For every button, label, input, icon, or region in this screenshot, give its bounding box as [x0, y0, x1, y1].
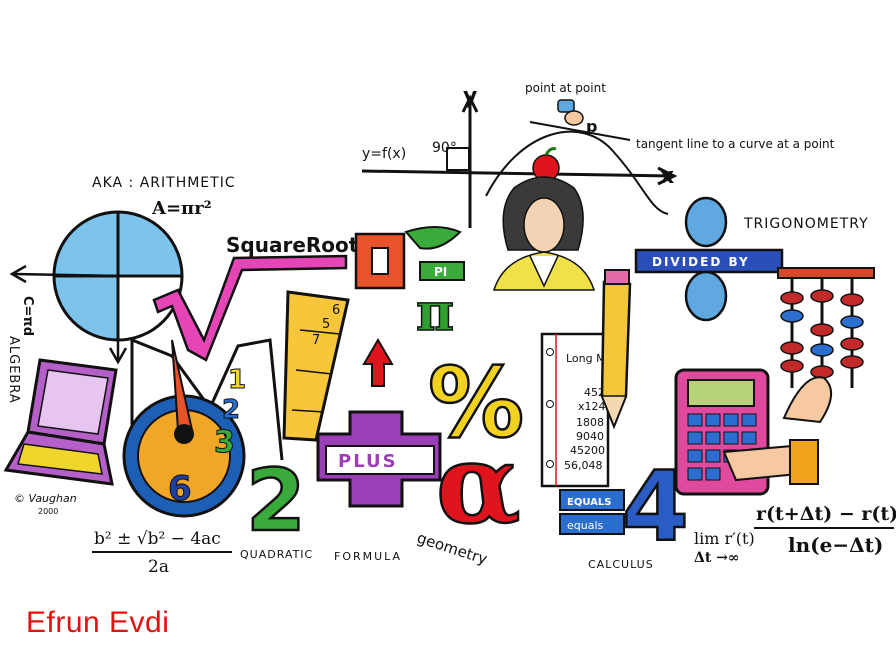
aka-arithmetic-label: AKA : ARITHMETIC	[92, 175, 236, 191]
letter-c-shape	[354, 232, 406, 290]
long-math-line-2: x124	[578, 400, 606, 413]
derivative-numerator: r(t+Δt) − r(t)	[756, 503, 896, 525]
limit-subscript: Δt →∞	[694, 550, 740, 566]
formula-label: FORMULA	[334, 550, 402, 563]
long-math-line-4: 9040	[576, 430, 604, 443]
long-math-line-5: 45200	[570, 444, 605, 457]
point-at-point-label: point at point	[525, 81, 606, 95]
clock-digit-1: 1	[228, 365, 246, 395]
p-label: p	[586, 117, 597, 136]
quadratic-label: QUADRATIC	[240, 548, 313, 561]
circumference-label: C=πd	[20, 296, 35, 336]
x-axis-label: x	[660, 164, 674, 189]
clock-digit-3: 3	[214, 425, 235, 460]
clock-digit-6: 6	[168, 469, 192, 509]
ruler-digit-7: 7	[312, 333, 320, 348]
alpha-symbol: α	[436, 419, 521, 548]
algebra-label: ALGEBRA	[6, 336, 21, 404]
limit-expression: lim r′(t)	[694, 529, 755, 548]
divided-by-label: DIVIDED BY	[652, 255, 750, 269]
quadratic-numerator: b² ± √b² − 4ac	[94, 529, 221, 549]
math-collage-illustration: y x y=f(x) 90° point at point p tangent …	[0, 0, 896, 656]
long-math-line-3: 1808	[576, 416, 604, 429]
clock-digit-2: 2	[222, 395, 240, 425]
ninety-degree-label: 90°	[432, 140, 457, 156]
y-axis-label: y	[463, 84, 477, 109]
derivative-denominator: ln(e−Δt)	[788, 533, 883, 557]
equals-label-upper: EQUALS	[567, 497, 611, 508]
plus-label: PLUS	[338, 451, 398, 472]
artist-signature: © Vaughan	[14, 492, 77, 505]
square-root-label: SquareRoot	[226, 233, 359, 257]
caption-watermark: Efrun Evdi	[26, 606, 170, 639]
equals-label-lower: equals	[567, 519, 604, 532]
calculus-label: CALCULUS	[588, 558, 654, 571]
tangent-line-label: tangent line to a curve at a point	[636, 137, 835, 151]
long-math-line-6: 56,048	[564, 459, 603, 472]
pi-symbol: π	[416, 282, 454, 343]
ruler-digit-5: 5	[322, 317, 330, 332]
area-formula-label: A=πr²	[151, 198, 212, 219]
signature-year: 2000	[38, 507, 58, 516]
ruler-digit-6: 6	[332, 303, 340, 318]
quadratic-denominator: 2a	[148, 557, 169, 577]
y-equals-fx-label: y=f(x)	[362, 146, 406, 162]
number-two: 2	[246, 451, 306, 551]
trigonometry-label: TRIGONOMETRY	[743, 216, 869, 232]
pi-label: PI	[434, 265, 447, 279]
